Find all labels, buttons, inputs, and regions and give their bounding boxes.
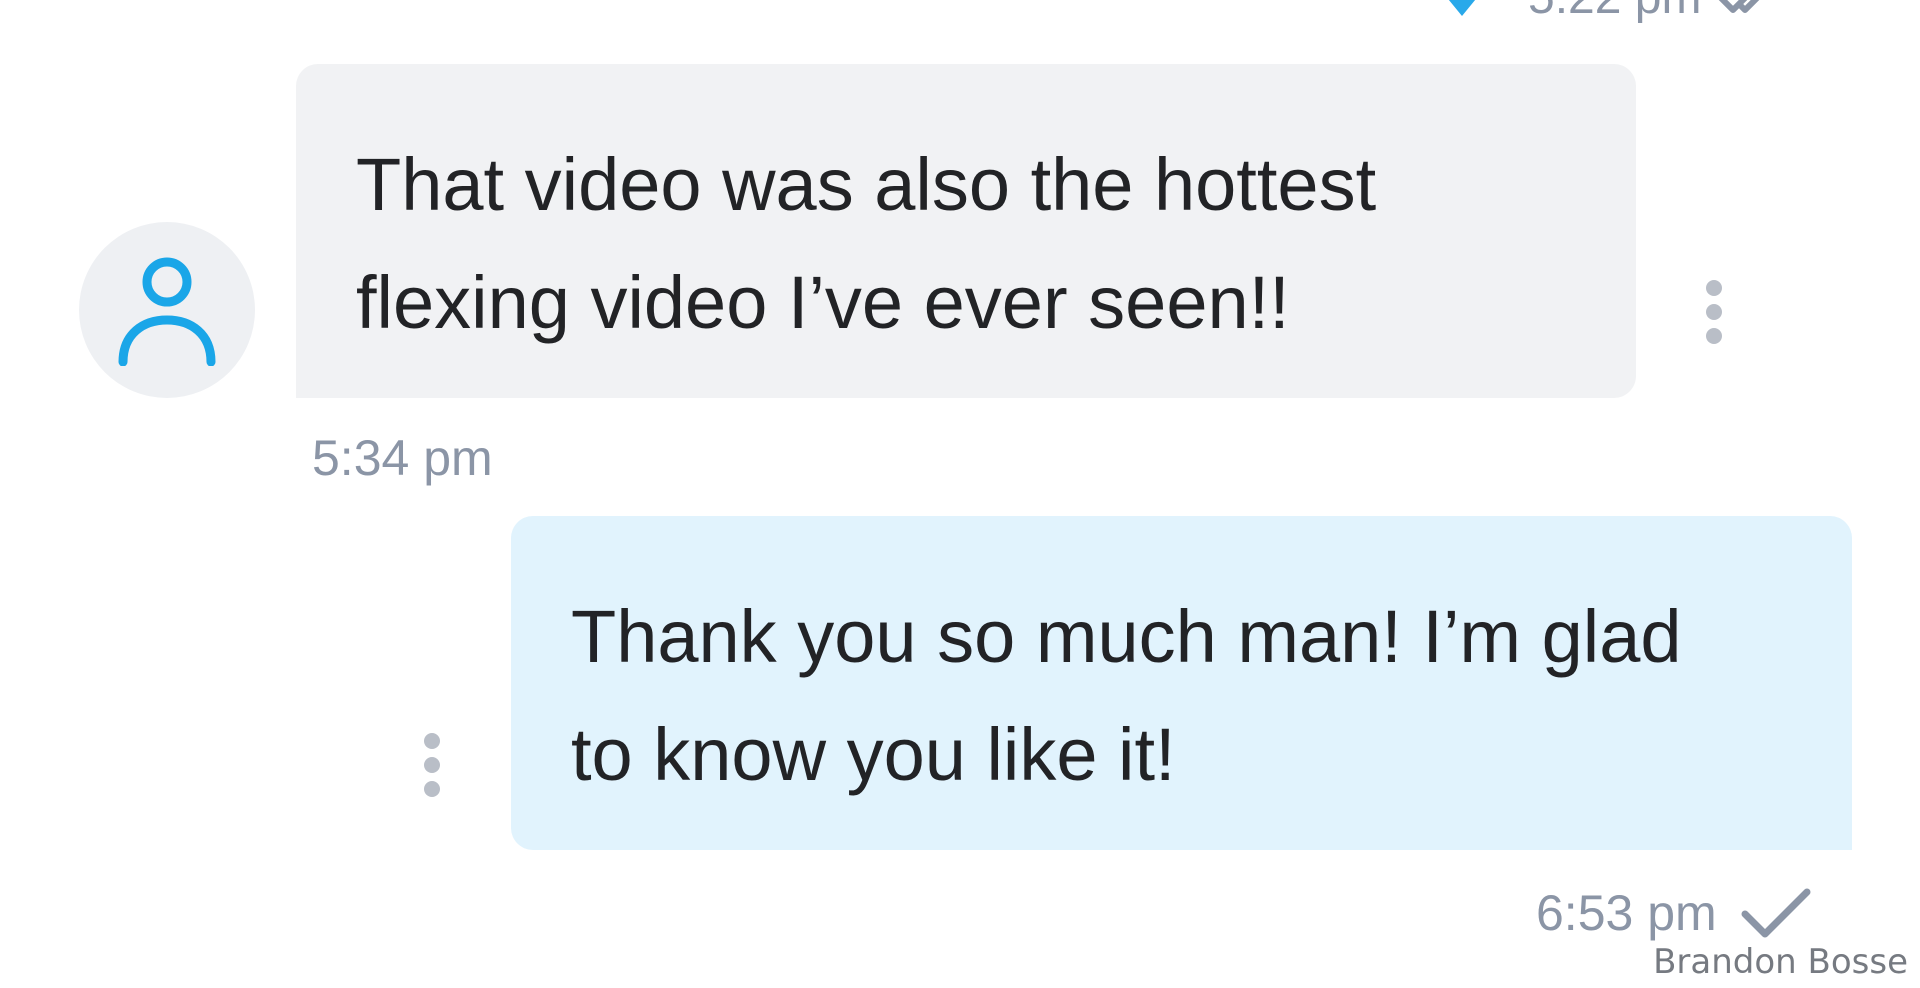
outgoing-message-text: Thank you so much man! I’m glad to know …: [571, 595, 1682, 796]
double-check-icon: [1719, 0, 1760, 13]
heart-icon[interactable]: [1440, 0, 1484, 20]
outgoing-message-bubble[interactable]: Thank you so much man! I’m glad to know …: [511, 516, 1852, 850]
check-icon: [1741, 888, 1811, 938]
outgoing-message-menu-icon[interactable]: [420, 733, 444, 797]
avatar[interactable]: [79, 222, 255, 398]
incoming-message-text: That video was also the hottest flexing …: [356, 143, 1377, 344]
user-icon: [118, 257, 216, 366]
previous-message-meta: 5:22 pm: [1440, 0, 1795, 28]
incoming-message-time: 5:34 pm: [312, 430, 493, 486]
incoming-message-menu-icon[interactable]: [1702, 280, 1726, 344]
chat-thread: 5:22 pm That video was also the hottest …: [0, 0, 1920, 988]
previous-message-time: 5:22 pm: [1528, 0, 1701, 28]
watermark: Brandon Bosse: [1653, 942, 1908, 982]
outgoing-message-meta: 6:53 pm: [1536, 878, 1811, 948]
outgoing-message-time: 6:53 pm: [1536, 885, 1717, 941]
incoming-message-bubble[interactable]: That video was also the hottest flexing …: [296, 64, 1636, 398]
